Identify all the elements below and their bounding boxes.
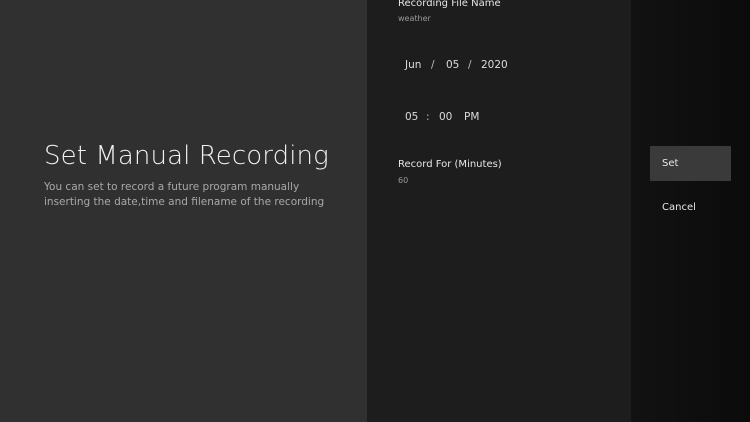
date-year[interactable]: 2020 xyxy=(481,59,508,71)
duration-label[interactable]: Record For (Minutes) xyxy=(398,159,502,170)
file-name-label[interactable]: Recording File Name xyxy=(398,0,501,9)
time-hour[interactable]: 05 xyxy=(405,111,418,123)
date-separator: / xyxy=(468,59,472,71)
set-button[interactable]: Set xyxy=(650,146,731,181)
date-separator: / xyxy=(431,59,435,71)
date-month[interactable]: Jun xyxy=(405,59,421,71)
page-title: Set Manual Recording xyxy=(44,141,329,171)
file-name-value[interactable]: weather xyxy=(398,14,431,23)
cancel-button[interactable]: Cancel xyxy=(650,190,731,225)
time-minute[interactable]: 00 xyxy=(439,111,452,123)
time-separator: : xyxy=(426,111,430,123)
time-meridiem[interactable]: PM xyxy=(464,111,479,123)
page-description: You can set to record a future program m… xyxy=(44,181,325,208)
date-day[interactable]: 05 xyxy=(446,59,459,71)
info-panel: Set Manual Recording You can set to reco… xyxy=(0,0,367,422)
duration-value[interactable]: 60 xyxy=(398,176,408,185)
manual-recording-screen: Set Manual Recording You can set to reco… xyxy=(0,0,750,422)
